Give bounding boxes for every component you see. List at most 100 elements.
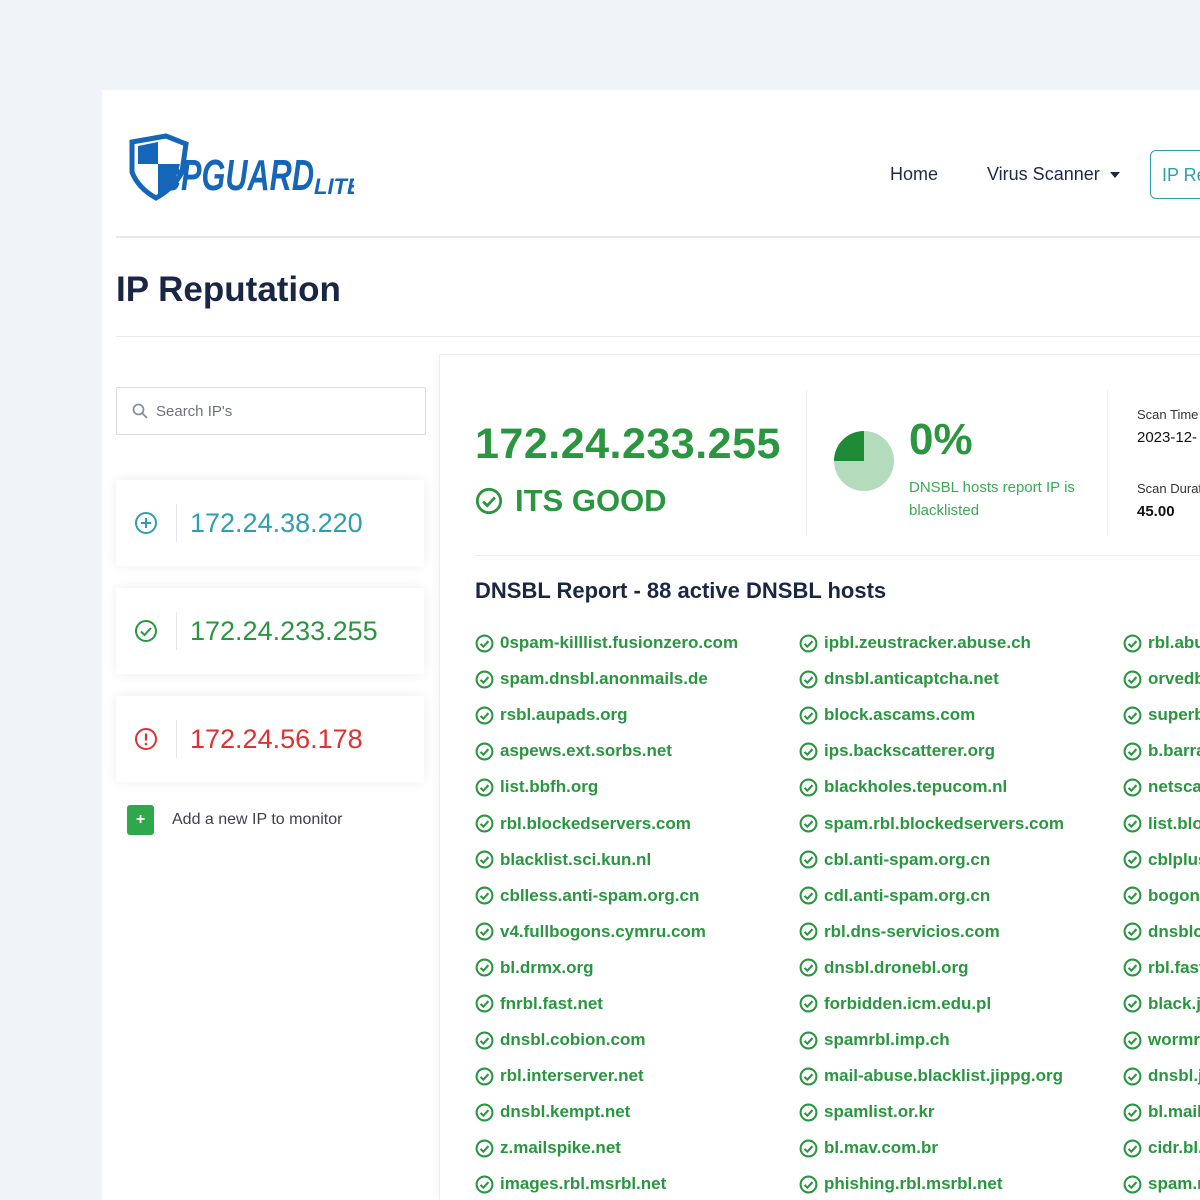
dnsbl-host-name: rbl.blockedservers.com — [500, 813, 691, 833]
dnsbl-host-item: rbl.abu — [1123, 625, 1200, 661]
dnsbl-host-name: wormrb — [1148, 1030, 1200, 1050]
search-ip-box[interactable] — [116, 387, 426, 435]
dnsbl-host-item: bl.mav.com.br — [799, 1130, 1064, 1166]
check-circle-icon — [799, 850, 818, 869]
dnsbl-host-item: aspews.ext.sorbs.net — [475, 733, 738, 769]
svg-text:cPGUARD: cPGUARD — [164, 151, 314, 200]
dnsbl-host-item: ipbl.zeustracker.abuse.ch — [799, 625, 1064, 661]
dnsbl-host-item: cblplus — [1123, 842, 1200, 878]
dnsbl-host-item: dnsbl.anticaptcha.net — [799, 661, 1064, 697]
dnsbl-host-item: superbl — [1123, 697, 1200, 733]
ip-address: 172.24.38.220 — [190, 507, 363, 538]
cpguard-logo[interactable]: cPGUARD LITE — [124, 132, 363, 202]
dnsbl-host-name: ipbl.zeustracker.abuse.ch — [824, 633, 1031, 653]
dnsbl-host-item: cbl.anti-spam.org.cn — [799, 842, 1064, 878]
dnsbl-host-item: dnsbl.kempt.net — [475, 1094, 738, 1130]
dnsbl-host-item: dnsblch — [1123, 914, 1200, 950]
dnsbl-host-name: dnsbl.kempt.net — [500, 1102, 631, 1122]
ip-list-item[interactable]: 172.24.38.220 — [116, 480, 424, 566]
dnsbl-host-name: netscan — [1148, 777, 1200, 797]
check-circle-icon — [475, 1139, 494, 1158]
check-circle-icon — [475, 670, 494, 689]
ip-address: 172.24.56.178 — [190, 723, 363, 754]
nav-home-link[interactable]: Home — [890, 164, 938, 185]
dnsbl-host-item: dnsbl.ju — [1123, 1058, 1200, 1094]
dnsbl-host-item: spam.dnsbl.anonmails.de — [475, 661, 738, 697]
dnsbl-host-name: 0spam-killlist.fusionzero.com — [500, 633, 739, 653]
dnsbl-host-item: fnrbl.fast.net — [475, 986, 738, 1022]
svg-text:LITE: LITE — [314, 174, 354, 199]
dnsbl-host-item: cdl.anti-spam.org.cn — [799, 878, 1064, 914]
dnsbl-host-name: dnsbl.cobion.com — [500, 1030, 646, 1050]
dnsbl-host-name: cbl.anti-spam.org.cn — [824, 849, 991, 869]
result-status-text: ITS GOOD — [515, 483, 667, 518]
check-circle-icon — [799, 1031, 818, 1050]
dnsbl-host-name: cdl.anti-spam.org.cn — [824, 885, 991, 905]
dnsbl-host-name: cblless.anti-spam.org.cn — [500, 885, 700, 905]
stat-separator — [1107, 390, 1108, 536]
result-ip-address: 172.24.233.255 — [475, 420, 781, 468]
check-circle-icon — [475, 706, 494, 725]
separator — [176, 612, 177, 650]
check-circle-icon — [1123, 670, 1142, 689]
check-circle-icon — [799, 670, 818, 689]
check-circle-icon — [799, 995, 818, 1013]
stat-separator — [806, 390, 807, 536]
check-circle-icon — [799, 1067, 818, 1086]
dnsbl-host-name: rbl.dns-servicios.com — [824, 921, 1000, 941]
nav-ip-reputation-button[interactable]: IP Reputation — [1150, 150, 1200, 199]
check-circle-icon — [475, 1175, 494, 1194]
check-circle-icon — [475, 1103, 494, 1122]
check-circle-icon — [1123, 958, 1142, 977]
check-circle-icon — [475, 1067, 494, 1086]
scan-time-value: 2023-12- — [1137, 429, 1198, 446]
search-icon — [132, 403, 148, 419]
dnsbl-host-item: spamrbl.imp.ch — [799, 1022, 1064, 1058]
dnsbl-host-name: spam.rl — [1148, 1174, 1200, 1194]
check-circle-icon — [799, 1139, 818, 1158]
dnsbl-host-column: rbl.abu orvedb superbl b.barra netscan list.b… — [1123, 625, 1200, 1200]
dnsbl-host-item: v4.fullbogons.cymru.com — [475, 914, 738, 950]
ip-address: 172.24.233.255 — [190, 615, 378, 646]
check-circle-icon — [1123, 922, 1142, 941]
dnsbl-host-name: rsbl.aupads.org — [500, 705, 628, 725]
check-circle-icon — [1123, 1139, 1142, 1158]
search-ip-input[interactable] — [156, 402, 406, 420]
dnsbl-host-name: b.barra — [1148, 741, 1200, 761]
scan-duration-label: Scan Duration — [1137, 481, 1200, 496]
dnsbl-host-name: dnsbl.ju — [1148, 1066, 1200, 1086]
dnsbl-host-item: spam.rbl.blockedservers.com — [799, 805, 1064, 841]
check-circle-icon — [1123, 1031, 1142, 1050]
check-circle-icon — [799, 634, 818, 652]
check-circle-icon — [475, 487, 503, 515]
dnsbl-host-name: bl.mav.com.br — [824, 1138, 938, 1158]
dnsbl-host-name: spamrbl.imp.ch — [824, 1030, 950, 1050]
check-circle-icon — [475, 742, 494, 761]
dnsbl-host-item: dnsbl.cobion.com — [475, 1022, 738, 1058]
dnsbl-host-name: bl.drmx.org — [500, 957, 594, 977]
dnsbl-host-item: forbidden.icm.edu.pl — [799, 986, 1064, 1022]
dnsbl-host-name: mail-abuse.blacklist.jippg.org — [824, 1066, 1063, 1086]
dnsbl-host-item: bogons — [1123, 878, 1200, 914]
dnsbl-host-name: rbl.interserver.net — [500, 1066, 644, 1086]
dnsbl-host-name: superbl — [1148, 705, 1200, 725]
check-circle-icon — [475, 634, 494, 652]
dnsbl-host-name: cblplus — [1148, 849, 1200, 869]
header-divider — [116, 236, 1200, 238]
dnsbl-host-name: v4.fullbogons.cymru.com — [500, 921, 706, 941]
dnsbl-host-name: dnsblch — [1148, 921, 1200, 941]
check-circle-icon — [475, 995, 494, 1013]
check-circle-icon — [475, 1031, 494, 1050]
ip-list-item[interactable]: 172.24.56.178 — [116, 696, 424, 782]
add-ip-button[interactable]: + — [127, 805, 154, 835]
dnsbl-report-title: DNSBL Report - 88 active DNSBL hosts — [475, 578, 887, 603]
dnsbl-host-item: cidr.bl. — [1123, 1130, 1200, 1166]
dnsbl-host-item: mail-abuse.blacklist.jippg.org — [799, 1058, 1064, 1094]
separator — [176, 504, 177, 542]
add-ip-link[interactable]: + Add a new IP to monitor — [127, 805, 342, 835]
dnsbl-host-item: wormrb — [1123, 1022, 1200, 1058]
ip-list-item[interactable]: 172.24.233.255 — [116, 588, 424, 674]
scan-duration-value: 45.00 — [1137, 503, 1175, 520]
plus-circle-icon — [135, 512, 157, 534]
nav-virus-scanner-dropdown[interactable]: Virus Scanner — [987, 164, 1120, 185]
